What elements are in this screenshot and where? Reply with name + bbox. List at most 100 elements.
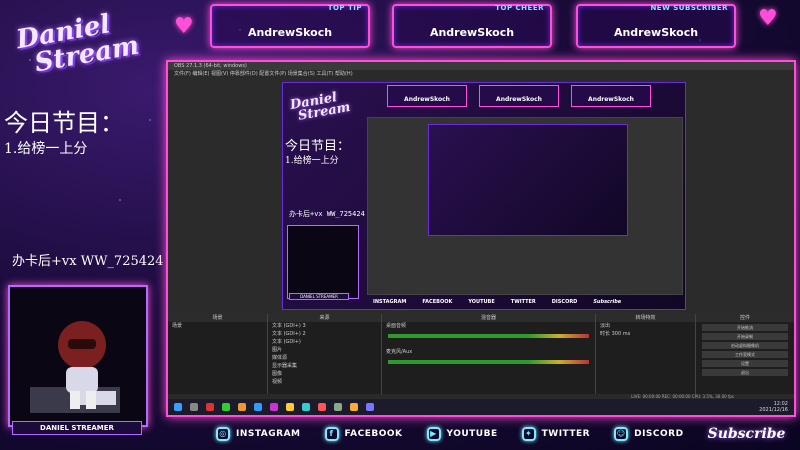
preview-contact: 办卡后+vx WW_725424 (289, 210, 365, 218)
controls-dock: 控件 开始推流 开始录制 启动虚拟摄像机 工作室模式 设置 退出 (696, 314, 794, 394)
source-item[interactable]: 视频 (268, 378, 381, 386)
preview-agenda-title: 今日节目： (285, 139, 351, 154)
top-cheer-panel: TOP CHEER AndrewSkoch (392, 4, 552, 48)
dock-header: 来源 (268, 314, 381, 322)
app-icon[interactable] (286, 403, 294, 411)
windows-taskbar: 12:02 2021/12/16 (168, 399, 794, 415)
app-icon[interactable] (334, 403, 342, 411)
discord-icon: ☺ (614, 427, 629, 441)
social-label: FACEBOOK (344, 429, 403, 439)
start-icon[interactable] (174, 403, 182, 411)
taskbar-clock[interactable]: 12:02 2021/12/16 (759, 401, 788, 413)
social-instagram: ◎ INSTAGRAM (216, 427, 301, 441)
preview-agenda-item: 1.给榜一上分 (285, 156, 339, 166)
heart-icon: ♥ (174, 14, 194, 39)
panel-tag: TOP TIP (327, 4, 362, 12)
youtube-icon: ▶ (426, 427, 441, 441)
dock-header: 转场特效 (596, 314, 695, 322)
social-label: TWITTER (541, 429, 591, 439)
nested-preview-view (428, 124, 628, 236)
dock-header: 场景 (168, 314, 267, 322)
app-icon[interactable] (366, 403, 374, 411)
social-label: INSTAGRAM (236, 429, 301, 439)
duration-field[interactable]: 时长 300 ms (596, 330, 695, 338)
obs-docks: 场景 场景 来源 文本 (GDI+) 3 文本 (GDI+) 2 文本 (GDI… (168, 314, 794, 394)
social-discord: ☺ DISCORD (614, 427, 683, 441)
source-item[interactable]: 文本 (GDI+) (268, 338, 381, 346)
app-icon[interactable] (206, 403, 214, 411)
start-streaming-button[interactable]: 开始推流 (702, 324, 788, 331)
preview-subscribe: Subscribe (593, 299, 622, 305)
preview-social-label: INSTAGRAM (373, 299, 407, 305)
transition-select[interactable]: 淡出 (596, 322, 695, 330)
preview-social-label: DISCORD (551, 299, 578, 305)
app-icon[interactable] (302, 403, 310, 411)
agenda-title: 今日节目： (4, 109, 124, 137)
preview-logo: Daniel Stream (289, 90, 351, 124)
social-label: YOUTUBE (446, 429, 498, 439)
social-twitter: ✦ TWITTER (521, 427, 591, 441)
dock-header: 控件 (696, 314, 794, 322)
app-icon[interactable] (318, 403, 326, 411)
app-icon[interactable] (222, 403, 230, 411)
preview-badge: DANIEL STREAMER (289, 293, 349, 300)
window-title: OBS 27.1.3 (64-bit, windows) (168, 62, 794, 70)
preview-social-label: TWITTER (510, 299, 536, 305)
source-item[interactable]: 显示器采集 (268, 362, 381, 370)
preview-social-label: YOUTUBE (468, 299, 495, 305)
social-bar: ◎ INSTAGRAM f FACEBOOK ▶ YOUTUBE ✦ TWITT… (216, 420, 796, 448)
app-icon[interactable] (238, 403, 246, 411)
preview-webcam (287, 225, 359, 299)
panel-tag: TOP CHEER (495, 4, 544, 12)
preview-social-label: FACEBOOK (422, 299, 453, 305)
top-tip-panel: TOP TIP AndrewSkoch (210, 4, 370, 48)
new-subscriber-panel: NEW SUBSCRIBER AndrewSkoch (576, 4, 736, 48)
source-item[interactable]: 媒体源 (268, 354, 381, 362)
menu-bar[interactable]: 文件(F) 编辑(E) 视图(V) 停靠部件(D) 配置文件(P) 场景集合(S… (168, 70, 794, 78)
webcam-frame (8, 285, 148, 427)
heart-icon: ♥ (758, 6, 778, 31)
source-item[interactable]: 文本 (GDI+) 2 (268, 330, 381, 338)
mixer-track-label: 麦克风/Aux (386, 349, 413, 355)
app-icon[interactable] (350, 403, 358, 411)
volume-meter[interactable] (388, 334, 589, 338)
scene-item[interactable]: 场景 (168, 322, 267, 330)
mixer-track-label: 桌面音频 (386, 323, 407, 329)
search-icon[interactable] (190, 403, 198, 411)
panel-name: AndrewSkoch (247, 26, 333, 39)
avatar-illustration (30, 321, 120, 413)
app-icon[interactable] (270, 403, 278, 411)
duration-value: 300 ms (611, 331, 631, 337)
screen-capture: OBS 27.1.3 (64-bit, windows) 文件(F) 编辑(E)… (166, 60, 796, 417)
transitions-dock: 转场特效 淡出 时长 300 ms (596, 314, 696, 394)
social-facebook: f FACEBOOK (324, 427, 403, 441)
obs-preview: Daniel Stream 今日节目： 1.给榜一上分 办卡后+vx WW_72… (282, 82, 686, 310)
volume-meter[interactable] (388, 360, 589, 364)
instagram-icon: ◎ (216, 427, 230, 441)
contact-text: 办卡后+vx WW_725424 (12, 254, 164, 269)
sources-dock: 来源 文本 (GDI+) 3 文本 (GDI+) 2 文本 (GDI+) 图片 … (268, 314, 382, 394)
streamer-badge: DANIEL STREAMER (12, 421, 142, 435)
source-item[interactable]: 文本 (GDI+) 3 (268, 322, 381, 330)
dock-header: 混音器 (382, 314, 595, 322)
scenes-dock: 场景 场景 (168, 314, 268, 394)
settings-button[interactable]: 设置 (702, 360, 788, 367)
studio-mode-button[interactable]: 工作室模式 (702, 351, 788, 358)
twitter-icon: ✦ (521, 427, 536, 441)
social-label: DISCORD (634, 429, 684, 439)
app-icon[interactable] (254, 403, 262, 411)
panel-name: AndrewSkoch (613, 26, 699, 39)
panel-name: AndrewSkoch (429, 26, 515, 39)
exit-button[interactable]: 退出 (702, 369, 788, 376)
preview-panel: AndrewSkoch (571, 85, 651, 107)
virtual-camera-button[interactable]: 启动虚拟摄像机 (702, 342, 788, 349)
panel-tag: NEW SUBSCRIBER (650, 4, 728, 12)
preview-panel: AndrewSkoch (387, 85, 467, 107)
social-youtube: ▶ YOUTUBE (426, 427, 498, 441)
source-item[interactable]: 图像 (268, 370, 381, 378)
start-recording-button[interactable]: 开始录制 (702, 333, 788, 340)
duration-label: 时长 (600, 331, 611, 337)
preview-panel: AndrewSkoch (479, 85, 559, 107)
nested-preview (367, 117, 683, 295)
source-item[interactable]: 图片 (268, 346, 381, 354)
